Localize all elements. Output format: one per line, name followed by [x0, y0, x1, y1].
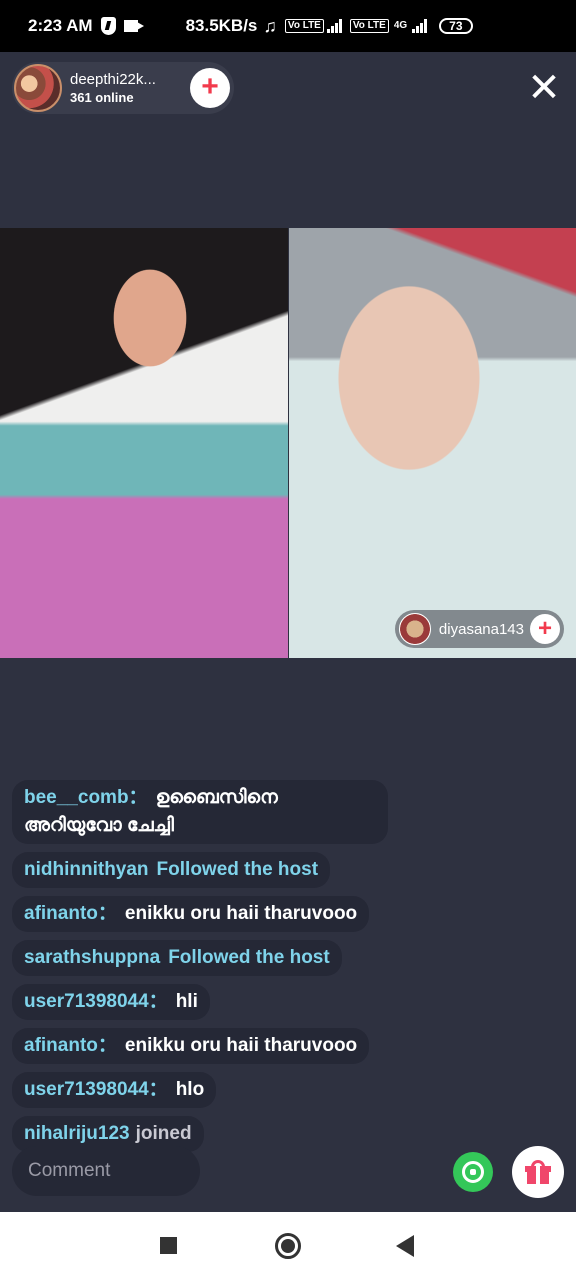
chat-username[interactable]: user71398044 [24, 991, 149, 1012]
chat-separator: ： [97, 1035, 117, 1056]
recent-apps-icon[interactable] [160, 1237, 177, 1254]
chat-separator: ： [148, 991, 168, 1012]
status-time: 2:23 AM [28, 16, 93, 35]
chat-username[interactable]: bee__comb [24, 787, 129, 808]
shield-icon [100, 17, 116, 35]
headphones-icon: ♫ [263, 15, 277, 36]
whatsapp-icon [462, 1161, 484, 1183]
chat-text: Followed the host [168, 947, 330, 968]
chat-username[interactable]: nidhinnithyan [24, 859, 149, 880]
host-avatar[interactable] [14, 64, 62, 112]
host-video[interactable] [0, 228, 288, 658]
host-name: deepthi22k... [70, 71, 156, 88]
network-type: 4G [393, 20, 408, 31]
signal-icon-1 [326, 19, 342, 33]
whatsapp-share-button[interactable] [453, 1152, 493, 1192]
comment-input[interactable]: Comment [12, 1146, 200, 1196]
chat-separator: ： [148, 1079, 168, 1100]
close-icon[interactable]: ✕ [526, 68, 562, 108]
chat-row: nidhinnithyan Followed the host [12, 852, 412, 896]
chat-row: user71398044： hli [12, 984, 412, 1028]
back-icon[interactable] [396, 1235, 414, 1257]
plus-icon: + [201, 70, 219, 103]
chat-username[interactable]: sarathshuppna [24, 947, 160, 968]
chat-message[interactable]: afinanto： enikku oru haii tharuvooo [12, 896, 370, 932]
chat-row: afinanto： enikku oru haii tharuvooo [12, 1028, 412, 1072]
chat-message[interactable]: user71398044： hlo [12, 1072, 217, 1108]
host-info-bar[interactable]: deepthi22k... 361 online + [12, 62, 234, 114]
volte-badge-2: Vo LTE [349, 19, 389, 33]
chat-separator: ： [97, 903, 117, 924]
battery-icon: 73 [439, 18, 473, 34]
chat-message[interactable]: afinanto： enikku oru haii tharuvooo [12, 1028, 370, 1064]
guest-name: diyasana143 [438, 620, 524, 638]
chat-username[interactable]: afinanto [24, 1035, 98, 1056]
chat-text: enikku oru haii tharuvooo [124, 1035, 358, 1056]
volte-badge-1: Vo LTE [284, 19, 324, 33]
guest-tag[interactable]: diyasana143 + [394, 610, 564, 648]
follow-host-button[interactable]: + [190, 68, 230, 108]
chat-text: joined [135, 1123, 192, 1144]
system-nav-bar [0, 1212, 576, 1280]
chat-row: sarathshuppna Followed the host [12, 940, 412, 984]
chat-text: hli [175, 991, 198, 1012]
chat-text: hlo [175, 1079, 205, 1100]
chat-message[interactable]: nidhinnithyan Followed the host [12, 852, 331, 888]
signal-icon-2 [412, 19, 428, 33]
chat-message[interactable]: sarathshuppna Followed the host [12, 940, 342, 976]
viewer-count: 361 online [70, 90, 134, 105]
chat-row: user71398044： hlo [12, 1072, 412, 1116]
status-bar: 2:23 AM 83.5KB/s ♫ Vo LTE Vo LTE 4G 73 [0, 0, 576, 52]
plus-icon: + [537, 615, 552, 642]
chat-text: Followed the host [156, 859, 319, 880]
chat-username[interactable]: afinanto [24, 903, 98, 924]
host-info: deepthi22k... 361 online [70, 71, 156, 105]
chat-message[interactable]: user71398044： hli [12, 984, 210, 1020]
follow-guest-button[interactable]: + [530, 614, 560, 644]
chat-row: afinanto： enikku oru haii tharuvooo [12, 896, 412, 940]
chat-message[interactable]: bee__comb： ഉബൈസിനെ അറിയുവോ ചേച്ചി [12, 780, 388, 844]
home-icon[interactable] [275, 1233, 301, 1259]
gift-button[interactable] [512, 1146, 564, 1198]
video-camera-icon [123, 20, 144, 32]
guest-avatar[interactable] [398, 613, 431, 645]
chat-row: bee__comb： ഉബൈസിനെ അറിയുവോ ചേച്ചി [12, 780, 412, 852]
chat-list[interactable]: bee__comb： ഉബൈസിനെ അറിയുവോ ചേച്ചി nidhinni… [12, 780, 412, 1160]
network-speed: 83.5KB/s [185, 16, 258, 35]
chat-username[interactable]: nihalriju123 [24, 1123, 130, 1144]
chat-username[interactable]: user71398044 [24, 1079, 149, 1100]
chat-separator: ： [128, 787, 148, 808]
chat-text: enikku oru haii tharuvooo [124, 903, 358, 924]
guest-video[interactable]: diyasana143 + [289, 228, 576, 658]
gift-icon [525, 1160, 551, 1184]
